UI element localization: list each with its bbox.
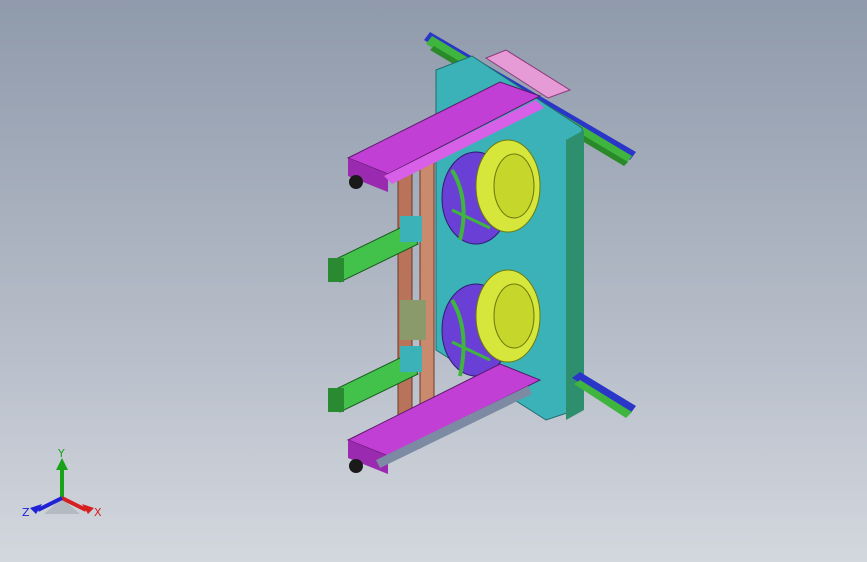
y-axis-label: Y — [57, 448, 65, 460]
assembly-model[interactable] — [0, 0, 867, 562]
x-axis-label: X — [94, 506, 102, 519]
coordinate-triad-icon: Y X Z — [22, 448, 102, 519]
z-axis-label: Z — [22, 506, 30, 519]
motor — [349, 175, 363, 473]
model-viewport[interactable]: Y X Z — [0, 0, 867, 562]
